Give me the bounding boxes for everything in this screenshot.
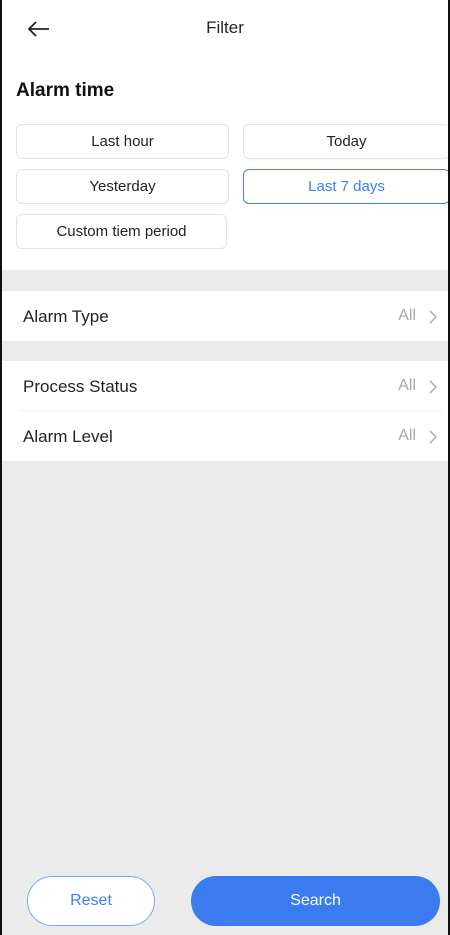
alarm-type-row[interactable]: Alarm Type All [2,291,448,341]
chevron-right-icon [429,380,438,394]
option-today[interactable]: Today [243,124,448,159]
process-status-label: Process Status [23,377,138,396]
chevron-right-icon [429,430,438,444]
chevron-right-icon [429,310,438,324]
reset-button[interactable]: Reset [27,876,155,926]
header: Filter [2,0,448,62]
option-custom-period[interactable]: Custom tiem period [16,214,227,249]
alarm-level-label: Alarm Level [23,427,113,446]
alarm-type-label: Alarm Type [23,307,109,326]
option-last-7-days[interactable]: Last 7 days [243,169,448,204]
process-status-row[interactable]: Process Status All [2,361,448,411]
option-yesterday[interactable]: Yesterday [16,169,229,204]
page-title: Filter [206,18,244,37]
filter-screen: Filter Alarm time Last hour Today Yester… [0,0,450,935]
search-button[interactable]: Search [191,876,440,926]
alarm-time-title: Alarm time [16,80,115,101]
process-status-value: All [398,377,416,394]
alarm-level-row[interactable]: Alarm Level All [2,411,448,461]
alarm-type-value: All [398,307,416,324]
alarm-time-section: Alarm time Last hour Today Yesterday Las… [2,62,448,270]
option-last-hour[interactable]: Last hour [16,124,229,159]
alarm-level-value: All [398,427,416,444]
